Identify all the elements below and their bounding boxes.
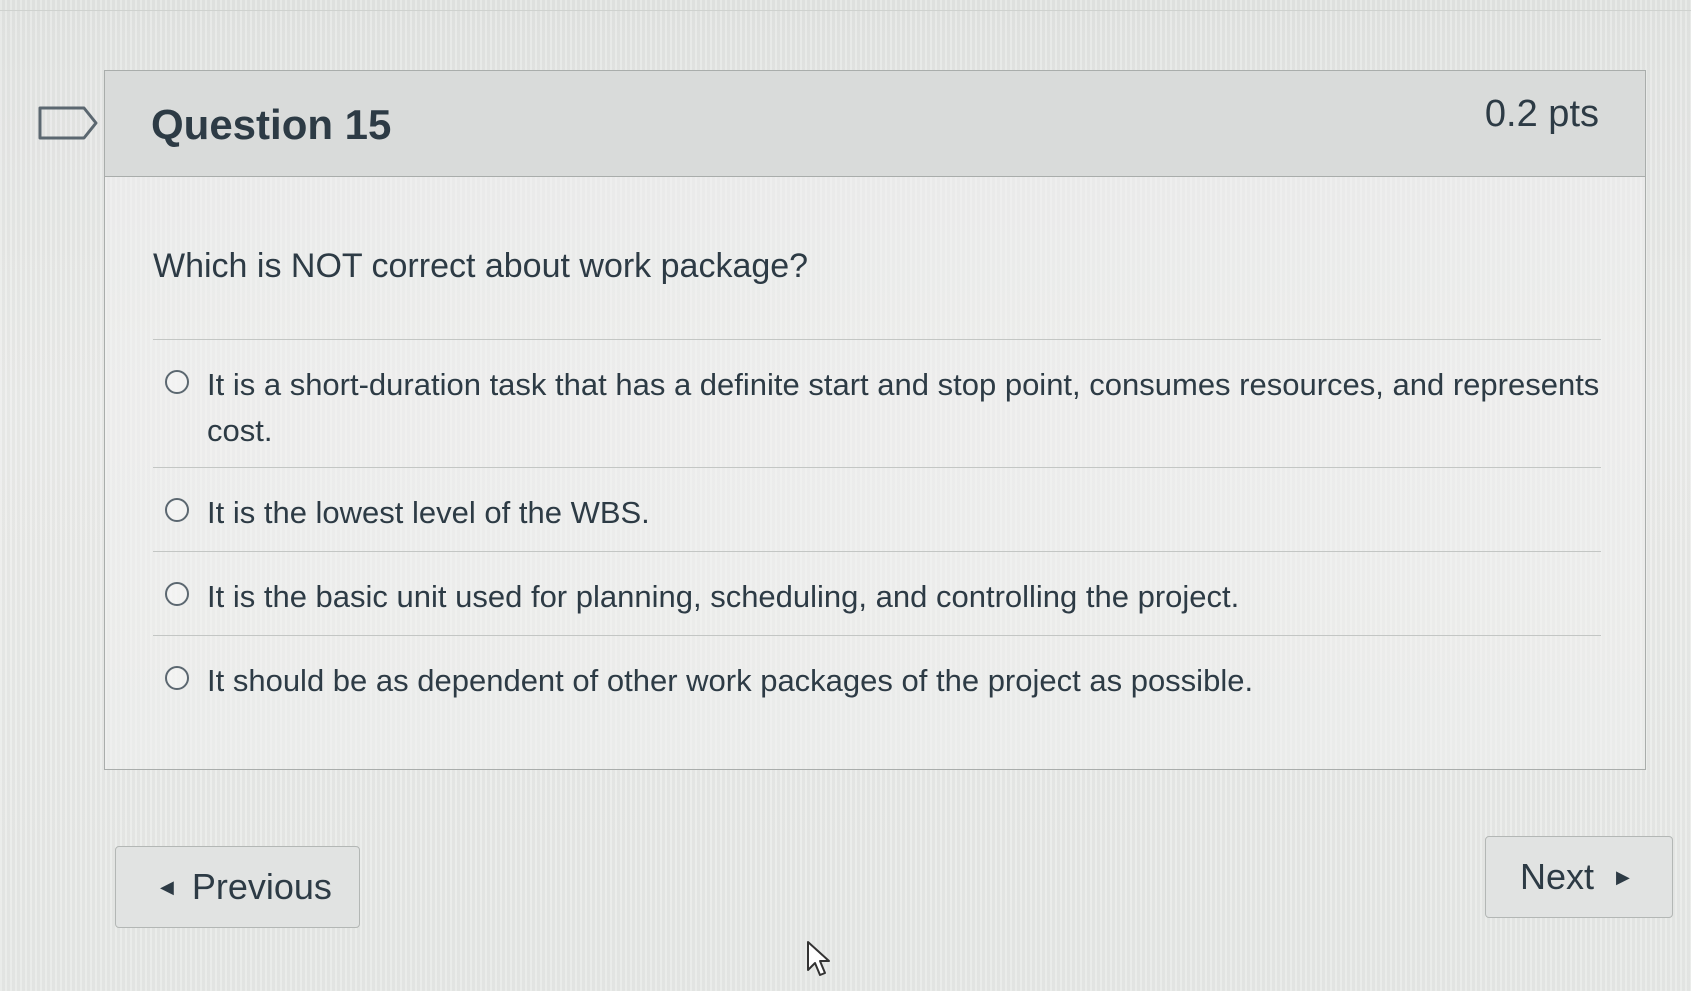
quiz-page: Question 15 0.2 pts Which is NOT correct… [0, 0, 1691, 991]
answer-option[interactable]: It is a short-duration task that has a d… [153, 339, 1601, 467]
question-text: Which is NOT correct about work package? [153, 247, 809, 285]
radio-button[interactable] [165, 582, 189, 606]
radio-button[interactable] [165, 666, 189, 690]
answer-label[interactable]: It is the basic unit used for planning, … [207, 574, 1239, 620]
answer-option[interactable]: It should be as dependent of other work … [153, 635, 1601, 719]
caret-left-icon: ◀ [160, 876, 174, 897]
answer-label[interactable]: It should be as dependent of other work … [207, 658, 1253, 704]
question-title: Question 15 [151, 101, 392, 148]
bookmark-flag-icon[interactable] [38, 106, 100, 140]
previous-label: Previous [191, 866, 332, 907]
answer-label[interactable]: It is the lowest level of the WBS. [207, 490, 650, 536]
next-label: Next [1520, 856, 1595, 897]
radio-button[interactable] [165, 370, 189, 394]
radio-button[interactable] [165, 498, 189, 522]
answer-list: It is a short-duration task that has a d… [153, 339, 1601, 719]
answer-label[interactable]: It is a short-duration task that has a d… [207, 362, 1601, 454]
top-divider [0, 10, 1691, 11]
previous-button[interactable]: ◀ Previous [115, 846, 360, 928]
question-header: Question 15 0.2 pts [105, 71, 1645, 177]
next-button[interactable]: Next ▶ [1485, 836, 1673, 918]
answer-option[interactable]: It is the lowest level of the WBS. [153, 467, 1601, 551]
answer-option[interactable]: It is the basic unit used for planning, … [153, 551, 1601, 635]
mouse-pointer-icon [807, 941, 830, 976]
question-points: 0.2 pts [1484, 93, 1599, 135]
question-card: Question 15 0.2 pts Which is NOT correct… [104, 70, 1646, 770]
caret-right-icon: ▶ [1616, 866, 1630, 887]
